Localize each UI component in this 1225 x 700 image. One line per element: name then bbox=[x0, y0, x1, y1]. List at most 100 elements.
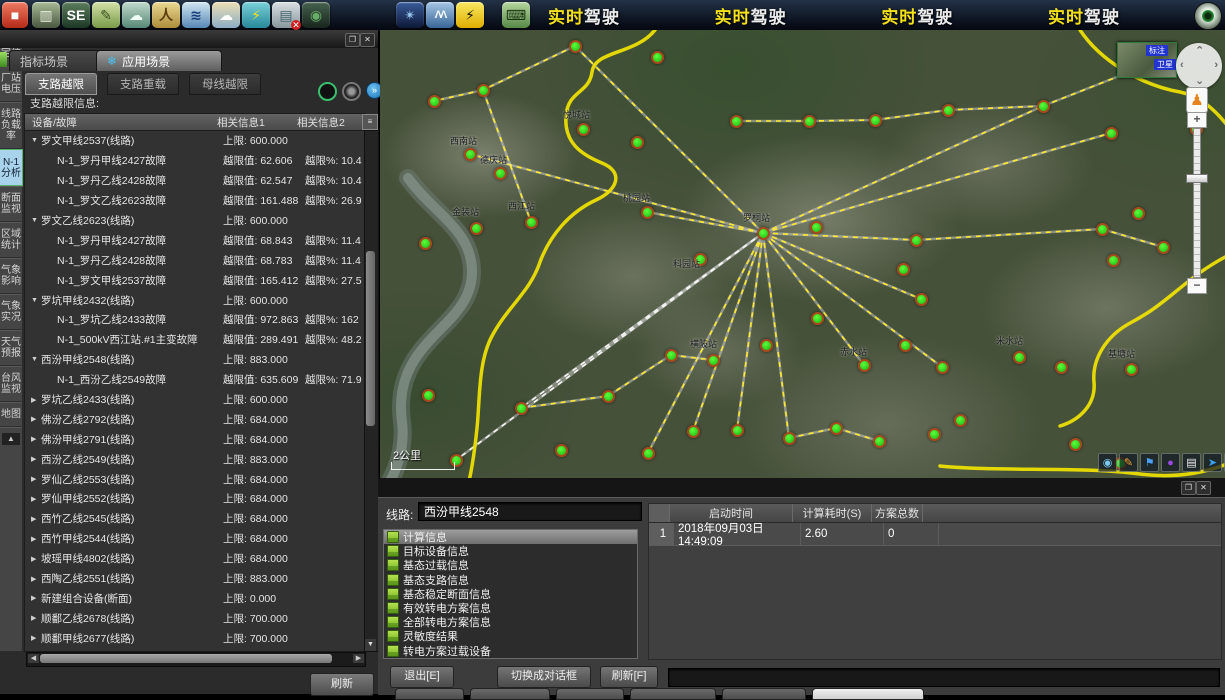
station-marker[interactable] bbox=[858, 359, 871, 372]
sidebar-item-n1-analysis[interactable]: N-1分析 bbox=[0, 149, 23, 186]
vertical-scrollbar-thumb[interactable] bbox=[366, 251, 375, 426]
station-marker[interactable] bbox=[525, 216, 538, 229]
collapse-icon[interactable]: ▼ bbox=[31, 356, 41, 363]
station-marker[interactable] bbox=[687, 425, 700, 438]
station-marker[interactable] bbox=[1125, 363, 1138, 376]
list-item[interactable]: 灵敏度结果 bbox=[384, 629, 637, 643]
pegman-icon[interactable]: ♟ bbox=[1186, 87, 1208, 113]
station-marker[interactable] bbox=[830, 422, 843, 435]
state-estimation-icon[interactable]: SE bbox=[62, 2, 90, 28]
bottom-tab[interactable] bbox=[722, 688, 806, 700]
station-marker[interactable] bbox=[1096, 223, 1109, 236]
list-item[interactable]: 转电方案过载设备 bbox=[384, 644, 637, 658]
table-row[interactable]: N-1_500kV西江站.#1主变故障越限值: 289.491越限%: 48.2 bbox=[25, 330, 365, 350]
zoom-out-button[interactable]: − bbox=[1187, 278, 1207, 294]
station-marker[interactable] bbox=[783, 432, 796, 445]
station-marker[interactable] bbox=[936, 361, 949, 374]
scroll-left-icon[interactable]: ◀ bbox=[28, 654, 39, 663]
station-marker[interactable] bbox=[757, 227, 770, 240]
waves-icon[interactable]: ≋ bbox=[182, 2, 210, 28]
table-row[interactable]: ▼西汾甲线2548(线路)上限: 883.000 bbox=[25, 350, 365, 370]
expand-icon[interactable]: ▶ bbox=[31, 614, 41, 622]
line-name-input[interactable] bbox=[418, 502, 642, 521]
station-marker[interactable] bbox=[1013, 351, 1026, 364]
station-marker[interactable] bbox=[928, 428, 941, 441]
map-pan-control[interactable]: ⌃ ⌄ ‹ › bbox=[1176, 43, 1222, 89]
subtab-bus-limit[interactable]: 母线越限 bbox=[189, 73, 261, 95]
expand-icon[interactable]: ▶ bbox=[31, 415, 41, 423]
bottom-tab[interactable] bbox=[630, 688, 716, 700]
zoom-slider-thumb[interactable] bbox=[1186, 174, 1208, 183]
pan-right-icon[interactable]: › bbox=[1214, 60, 1218, 70]
scroll-right-icon[interactable]: ▶ bbox=[353, 654, 364, 663]
sidebar-item-item[interactable]: 厂站电压 bbox=[0, 66, 22, 102]
sidebar-item-item[interactable]: 断面监视 bbox=[0, 186, 22, 222]
expand-icon[interactable]: ▶ bbox=[31, 475, 41, 483]
station-marker[interactable] bbox=[651, 51, 664, 64]
target-icon[interactable]: ◉ bbox=[1098, 453, 1117, 472]
station-marker[interactable] bbox=[1069, 438, 1082, 451]
expand-icon[interactable]: ▶ bbox=[31, 634, 41, 642]
expand-icon[interactable]: ▶ bbox=[31, 495, 41, 503]
station-marker[interactable] bbox=[1055, 361, 1068, 374]
expand-icon[interactable]: ▶ bbox=[31, 594, 41, 602]
station-marker[interactable] bbox=[665, 349, 678, 362]
sidebar-item-item[interactable]: 台风监视 bbox=[0, 366, 22, 402]
bottom-tab[interactable] bbox=[395, 688, 464, 700]
stop-icon[interactable]: ■ bbox=[2, 2, 28, 28]
station-marker[interactable] bbox=[631, 136, 644, 149]
station-marker[interactable] bbox=[477, 84, 490, 97]
station-marker[interactable] bbox=[422, 389, 435, 402]
nav-scroll-up-icon[interactable]: ▲ bbox=[2, 433, 20, 445]
expand-icon[interactable]: ▶ bbox=[31, 535, 41, 543]
collapse-icon[interactable]: ▼ bbox=[31, 137, 41, 144]
station-marker[interactable] bbox=[494, 167, 507, 180]
load-meter-icon[interactable]: ▥ bbox=[32, 2, 60, 28]
list-item[interactable]: 基态稳定断面信息 bbox=[384, 587, 637, 601]
station-marker[interactable] bbox=[954, 414, 967, 427]
layers-error-icon[interactable]: ▤✕ bbox=[272, 2, 300, 28]
chart-icon[interactable]: ΛΛ bbox=[426, 2, 454, 28]
table-row[interactable]: ▶顺鄱乙线2678(线路)上限: 700.000 bbox=[25, 608, 365, 628]
edit-pencil-icon[interactable]: ✎ bbox=[92, 2, 120, 28]
record-green-icon[interactable] bbox=[318, 82, 337, 101]
expand-icon[interactable]: ▶ bbox=[31, 455, 41, 463]
flag-icon[interactable]: ⚑ bbox=[1140, 453, 1159, 472]
table-row[interactable]: ▶罗坑乙线2433(线路)上限: 600.000 bbox=[25, 390, 365, 410]
labels-toggle-button[interactable]: 标注 bbox=[1146, 45, 1168, 56]
list-item[interactable]: 基态支路信息 bbox=[384, 573, 637, 587]
close-icon[interactable]: ✕ bbox=[360, 33, 375, 47]
table-row[interactable]: ▶佛汾乙线2792(线路)上限: 684.000 bbox=[25, 409, 365, 429]
switch-to-dialog-button[interactable]: 切换成对话框 bbox=[497, 666, 591, 688]
record-gray-icon[interactable] bbox=[342, 82, 361, 101]
expand-icon[interactable]: ▶ bbox=[31, 396, 41, 404]
station-marker[interactable] bbox=[419, 237, 432, 250]
zoom-in-button[interactable]: + bbox=[1187, 112, 1207, 128]
station-marker[interactable] bbox=[569, 40, 582, 53]
station-marker[interactable] bbox=[942, 104, 955, 117]
table-row[interactable]: ▼罗文乙线2623(线路)上限: 600.000 bbox=[25, 211, 365, 231]
station-marker[interactable] bbox=[707, 354, 720, 367]
table-row[interactable]: ▶西陶乙线2551(线路)上限: 883.000 bbox=[25, 569, 365, 589]
menu-item-realtime-driving-1[interactable]: 实时驾驶 bbox=[548, 3, 620, 28]
navigate-arrow-icon[interactable]: ➤ bbox=[1203, 453, 1222, 472]
table-row[interactable]: ▶坡瑶甲线4802(线路)上限: 684.000 bbox=[25, 549, 365, 569]
expand-icon[interactable]: ▶ bbox=[31, 515, 41, 523]
table-row[interactable]: ▶西竹乙线2545(线路)上限: 684.000 bbox=[25, 509, 365, 529]
station-marker[interactable] bbox=[602, 390, 615, 403]
station-marker[interactable] bbox=[577, 123, 590, 136]
station-marker[interactable] bbox=[1037, 100, 1050, 113]
float-window-icon[interactable]: ❐ bbox=[1181, 481, 1196, 495]
station-marker[interactable] bbox=[910, 234, 923, 247]
station-marker[interactable] bbox=[915, 293, 928, 306]
close-icon[interactable]: ✕ bbox=[1196, 481, 1211, 495]
table-row[interactable]: N-1_罗文甲线2537故障越限值: 165.412越限%: 27.5 bbox=[25, 270, 365, 290]
pencil-icon[interactable]: ✎ bbox=[1119, 453, 1138, 472]
station-marker[interactable] bbox=[811, 312, 824, 325]
sidebar-item-item[interactable]: 线路负载率 bbox=[0, 102, 22, 149]
map-pin-icon[interactable]: ● bbox=[1161, 453, 1180, 472]
list-item[interactable]: 计算信息 bbox=[384, 530, 637, 544]
globe-icon[interactable]: ◉ bbox=[302, 2, 330, 28]
table-row[interactable]: N-1_罗坑乙线2433故障越限值: 972.863越限%: 162 bbox=[25, 310, 365, 330]
table-row[interactable]: N-1_罗文乙线2623故障越限值: 161.488越限%: 26.9 bbox=[25, 191, 365, 211]
